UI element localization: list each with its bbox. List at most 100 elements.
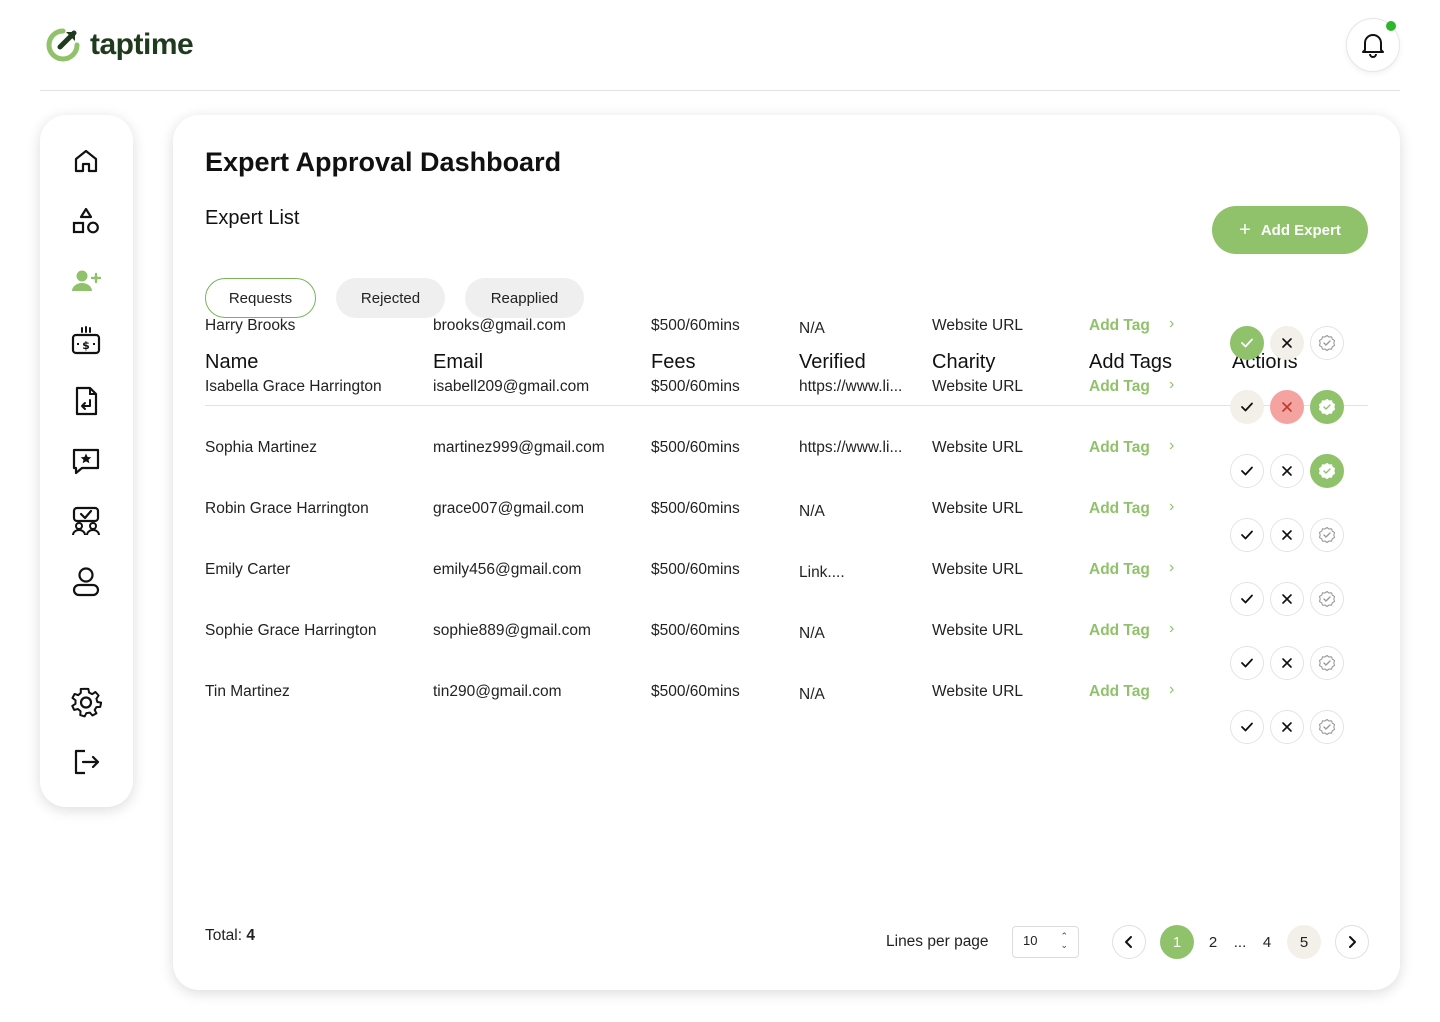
notification-button[interactable] [1346,18,1400,72]
expert-charity[interactable]: Website URL [932,317,1023,335]
sidebar-item-payments[interactable]: $ [66,321,106,361]
add-tag-link[interactable]: Add Tag [1089,500,1150,518]
expert-fees: $500/60mins [651,622,740,639]
verified-badge-icon [1318,526,1336,544]
expert-fees: $500/60mins [651,439,740,456]
sidebar-item-sessions[interactable] [66,501,106,541]
expert-charity[interactable]: Website URL [932,378,1023,396]
sidebar-item-logout[interactable] [66,742,106,782]
reject-button[interactable] [1270,326,1304,360]
verify-button[interactable] [1310,582,1344,616]
taptime-logo-icon [46,28,80,62]
user-plus-icon [72,270,102,291]
add-tag-link[interactable]: Add Tag [1089,561,1150,579]
chevron-right-icon[interactable]: › [1169,376,1174,394]
sidebar-item-reviews[interactable] [66,441,106,481]
chevron-right-icon [1349,936,1356,948]
check-icon [1240,720,1254,734]
logo[interactable]: taptime [44,26,194,64]
expert-verified[interactable]: N/A [799,686,825,704]
logout-icon [74,749,100,775]
expert-charity[interactable]: Website URL [932,683,1023,701]
chevron-right-icon[interactable]: › [1169,620,1174,638]
expert-verified[interactable]: https://www.li... [799,378,902,396]
add-tag-link[interactable]: Add Tag [1089,378,1150,396]
expert-verified[interactable]: N/A [799,625,825,643]
notification-dot [1386,21,1396,31]
reject-button[interactable] [1270,710,1304,744]
expert-charity[interactable]: Website URL [932,622,1023,640]
approve-button[interactable] [1230,710,1264,744]
close-icon [1281,401,1293,413]
chevron-right-icon[interactable]: › [1169,681,1174,699]
reject-button[interactable] [1270,518,1304,552]
verify-button[interactable] [1310,454,1344,488]
add-expert-button[interactable]: + Add Expert [1212,206,1368,254]
check-icon [1240,656,1254,670]
verified-badge-icon [1318,462,1336,480]
expert-email: sophie889@gmail.com [433,622,591,639]
reject-button[interactable] [1270,646,1304,680]
reject-button[interactable] [1270,454,1304,488]
chevron-right-icon[interactable]: › [1169,498,1174,516]
sidebar-item-documents[interactable] [66,381,106,421]
page-4-button[interactable]: 4 [1250,925,1284,959]
next-page-button[interactable] [1335,925,1369,959]
expert-charity[interactable]: Website URL [932,500,1023,518]
chevron-right-icon[interactable]: › [1169,437,1174,455]
approve-button[interactable] [1230,454,1264,488]
verify-button[interactable] [1310,390,1344,424]
prev-page-button[interactable] [1112,925,1146,959]
table-row: Emily Carter emily456@gmail.com $500/60min… [173,559,1400,622]
add-tag-link[interactable]: Add Tag [1089,622,1150,640]
add-tag-link[interactable]: Add Tag [1089,683,1150,701]
approve-button[interactable] [1230,326,1264,360]
close-icon [1281,721,1293,733]
page-1-button[interactable]: 1 [1160,925,1194,959]
expert-charity[interactable]: Website URL [932,561,1023,579]
sidebar-item-settings[interactable] [66,682,106,722]
chevron-right-icon[interactable]: › [1169,559,1174,577]
verify-button[interactable] [1310,646,1344,680]
reject-button[interactable] [1270,390,1304,424]
page-5-button[interactable]: 5 [1287,925,1321,959]
expert-verified[interactable]: https://www.li... [799,439,902,457]
plus-icon: + [1239,219,1251,241]
tab-rejected[interactable]: Rejected [336,278,445,318]
verify-button[interactable] [1310,518,1344,552]
table-row: Isabella Grace Harrington isabell209@gmai… [173,376,1400,439]
add-tag-link[interactable]: Add Tag [1089,439,1150,457]
verify-button[interactable] [1310,326,1344,360]
sidebar-item-profile[interactable] [66,561,106,601]
total-label: Total: [205,927,243,944]
add-tag-link[interactable]: Add Tag [1089,317,1150,335]
close-icon [1281,465,1293,477]
expert-name: Emily Carter [205,561,291,578]
document-return-icon [75,386,98,416]
star-message-icon [72,448,100,475]
reject-button[interactable] [1270,582,1304,616]
sidebar-item-home[interactable] [66,141,106,181]
total-value: 4 [246,927,255,944]
expert-verified[interactable]: N/A [799,503,825,521]
chevron-right-icon[interactable]: › [1169,315,1174,333]
tab-reapplied[interactable]: Reapplied [465,278,584,318]
tab-requests[interactable]: Requests [205,278,316,318]
check-icon [1240,400,1254,414]
sidebar-item-expert-approval[interactable] [66,261,106,301]
expert-verified[interactable]: N/A [799,320,825,338]
expert-verified[interactable]: Link.... [799,564,845,582]
table-row: Robin Grace Harrington grace007@gmail.com… [173,498,1400,561]
approve-button[interactable] [1230,646,1264,680]
page-title: Expert Approval Dashboard [205,147,562,177]
approve-button[interactable] [1230,582,1264,616]
verified-badge-icon [1318,334,1336,352]
verify-button[interactable] [1310,710,1344,744]
expert-charity[interactable]: Website URL [932,439,1023,457]
expert-name: Robin Grace Harrington [205,500,369,517]
lines-per-page-select[interactable]: 10 ⌃ ⌄ [1012,926,1079,958]
expert-email: martinez999@gmail.com [433,439,605,456]
sidebar-item-categories[interactable] [66,201,106,241]
approve-button[interactable] [1230,390,1264,424]
approve-button[interactable] [1230,518,1264,552]
